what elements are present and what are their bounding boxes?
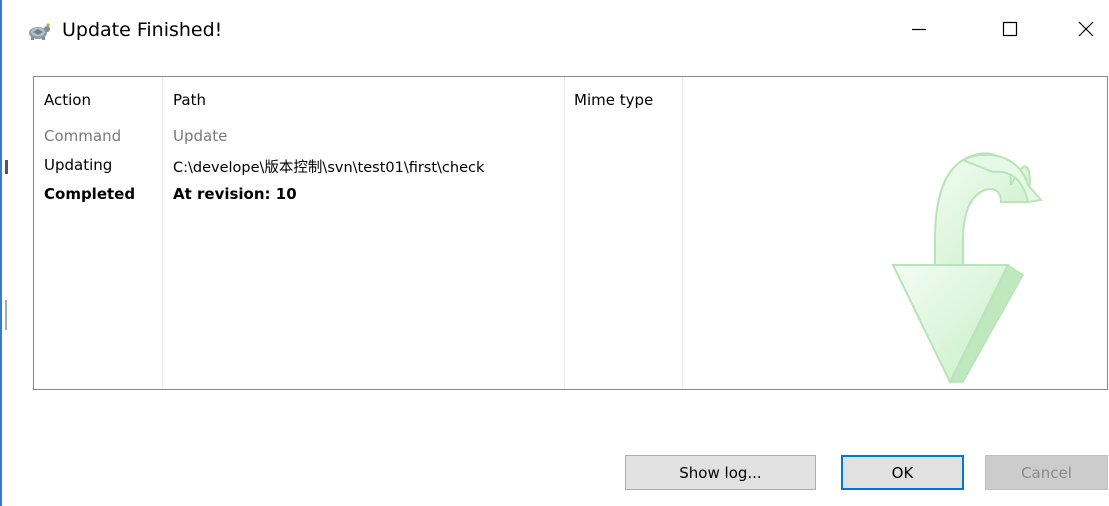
row-path: C:\develope\版本控制\svn\test01\first\check bbox=[173, 160, 485, 176]
column-header-mime-type[interactable]: Mime type bbox=[574, 91, 653, 109]
background-window-edge bbox=[0, 0, 2, 506]
tortoise-svn-icon bbox=[26, 20, 52, 42]
row-action: Updating bbox=[44, 156, 113, 174]
close-button[interactable] bbox=[1063, 0, 1109, 62]
window-title: Update Finished! bbox=[62, 19, 223, 41]
update-arrow-icon bbox=[843, 90, 1068, 390]
minimize-button[interactable] bbox=[896, 0, 942, 62]
row-action: Completed bbox=[44, 185, 136, 203]
minimize-icon bbox=[911, 21, 927, 41]
row-path: At revision: 10 bbox=[173, 185, 297, 203]
row-path: Update bbox=[173, 127, 228, 145]
column-header-action[interactable]: Action bbox=[44, 91, 91, 109]
ok-button[interactable]: OK bbox=[841, 455, 964, 490]
show-log-button[interactable]: Show log... bbox=[625, 455, 816, 490]
column-separator bbox=[682, 77, 683, 389]
update-finished-dialog: Update Finished! Action Path Mime type C… bbox=[0, 0, 1109, 506]
close-icon bbox=[1078, 21, 1094, 41]
column-header-path[interactable]: Path bbox=[173, 91, 206, 109]
row-action: Command bbox=[44, 127, 122, 145]
column-separator bbox=[162, 77, 163, 389]
title-bar[interactable]: Update Finished! bbox=[0, 0, 1109, 62]
column-separator bbox=[564, 77, 565, 389]
background-window-mark bbox=[5, 160, 8, 174]
maximize-button[interactable] bbox=[987, 0, 1033, 62]
maximize-icon bbox=[1002, 21, 1018, 41]
background-window-mark-2 bbox=[5, 300, 7, 330]
cancel-button[interactable]: Cancel bbox=[985, 455, 1108, 490]
